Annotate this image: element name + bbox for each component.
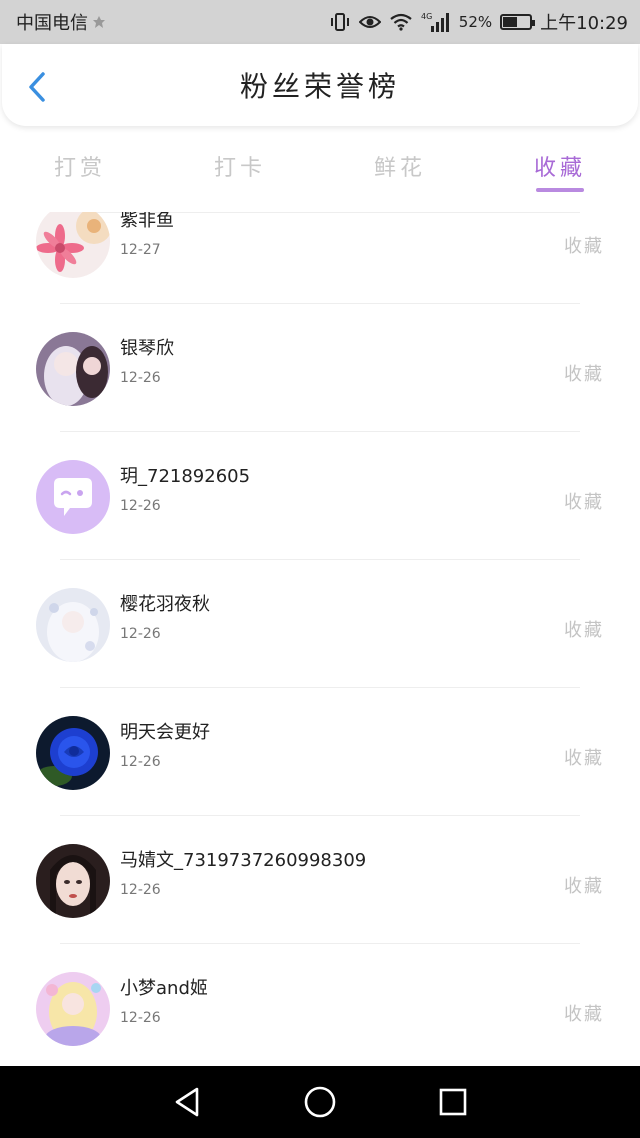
avatar: [36, 332, 110, 406]
list-item[interactable]: 银琴欣 12-26 收藏: [0, 304, 640, 432]
avatar: [36, 460, 110, 534]
notification-icon: [92, 15, 106, 29]
action-label: 收藏: [564, 364, 604, 385]
carrier-label: 中国电信: [16, 13, 88, 34]
app-header: 粉丝荣誉榜: [2, 44, 638, 126]
fan-date: 12-26: [120, 754, 161, 770]
tab-favorites-label: 收藏: [533, 156, 586, 181]
status-left: 中国电信: [16, 9, 106, 35]
tab-checkin-label: 打卡: [213, 156, 266, 181]
clock: 上午10:29: [540, 13, 628, 34]
nav-back-button[interactable]: [167, 1082, 207, 1122]
network-label: 4G: [421, 12, 432, 21]
system-nav-bar: [0, 1066, 640, 1138]
action-label: 收藏: [564, 492, 604, 513]
action-label: 收藏: [564, 748, 604, 769]
fan-name: 小梦and姬: [120, 978, 208, 999]
fan-name: 樱花羽夜秋: [120, 594, 210, 615]
battery-percent: 52%: [458, 13, 493, 31]
chevron-left-icon: [29, 72, 45, 102]
fan-name: 银琴欣: [120, 338, 174, 359]
avatar: [36, 844, 110, 918]
tab-bar: 打赏 打卡 鲜花 收藏: [0, 138, 640, 196]
tab-flowers-label: 鲜花: [373, 156, 426, 181]
fan-name: 紫非鱼: [120, 212, 174, 231]
nav-home-button[interactable]: [300, 1082, 340, 1122]
wifi-icon: [389, 13, 413, 31]
recents-square-icon: [440, 1088, 467, 1116]
fan-date: 12-26: [120, 626, 161, 642]
list-item[interactable]: 小梦and姬 12-26 收藏: [0, 944, 640, 1066]
signal-icon: 4G: [421, 11, 451, 33]
tab-favorites[interactable]: 收藏: [480, 138, 640, 196]
avatar: [36, 972, 110, 1046]
action-label: 收藏: [564, 876, 604, 897]
fan-date: 12-26: [120, 498, 161, 514]
vibrate-icon: [329, 12, 351, 32]
back-button[interactable]: [20, 70, 54, 104]
nav-recents-button[interactable]: [433, 1082, 473, 1122]
list-item[interactable]: 樱花羽夜秋 12-26 收藏: [0, 560, 640, 688]
fan-name: 明天会更好: [120, 722, 210, 743]
list-item[interactable]: 玥_721892605 12-26 收藏: [0, 432, 640, 560]
eye-icon: [358, 14, 381, 30]
action-label: 收藏: [564, 620, 604, 641]
list-item[interactable]: 马婧文_7319737260998309 12-26 收藏: [0, 816, 640, 944]
back-triangle-icon: [175, 1087, 198, 1117]
page-title: 粉丝荣誉榜: [239, 70, 400, 103]
action-label: 收藏: [564, 236, 604, 257]
fan-date: 12-26: [120, 1010, 161, 1026]
home-circle-icon: [304, 1086, 336, 1118]
fan-date: 12-26: [120, 882, 161, 898]
status-bar: 中国电信 4G 52% 上午10:29: [0, 0, 640, 44]
battery-icon: [500, 14, 536, 30]
tab-reward-label: 打赏: [53, 156, 106, 181]
fan-name: 玥_721892605: [120, 466, 251, 487]
fan-date: 12-27: [120, 242, 161, 258]
status-right: 4G 52% 上午10:29: [329, 9, 628, 35]
list-item[interactable]: 明天会更好 12-26 收藏: [0, 688, 640, 816]
fan-list[interactable]: 紫非鱼 12-27 收藏 银琴欣 12-26 收藏 玥_721892605 12…: [0, 212, 640, 1066]
tab-checkin[interactable]: 打卡: [160, 138, 320, 196]
avatar: [36, 716, 110, 790]
tab-reward[interactable]: 打赏: [0, 138, 160, 196]
action-label: 收藏: [564, 1004, 604, 1025]
tab-flowers[interactable]: 鲜花: [320, 138, 480, 196]
fan-name: 马婧文_7319737260998309: [120, 850, 367, 871]
list-item[interactable]: 紫非鱼 12-27 收藏: [0, 212, 640, 304]
active-tab-indicator: [536, 188, 584, 192]
avatar: [36, 588, 110, 662]
fan-date: 12-26: [120, 370, 161, 386]
battery-fill: [503, 17, 518, 27]
avatar: [36, 212, 110, 278]
